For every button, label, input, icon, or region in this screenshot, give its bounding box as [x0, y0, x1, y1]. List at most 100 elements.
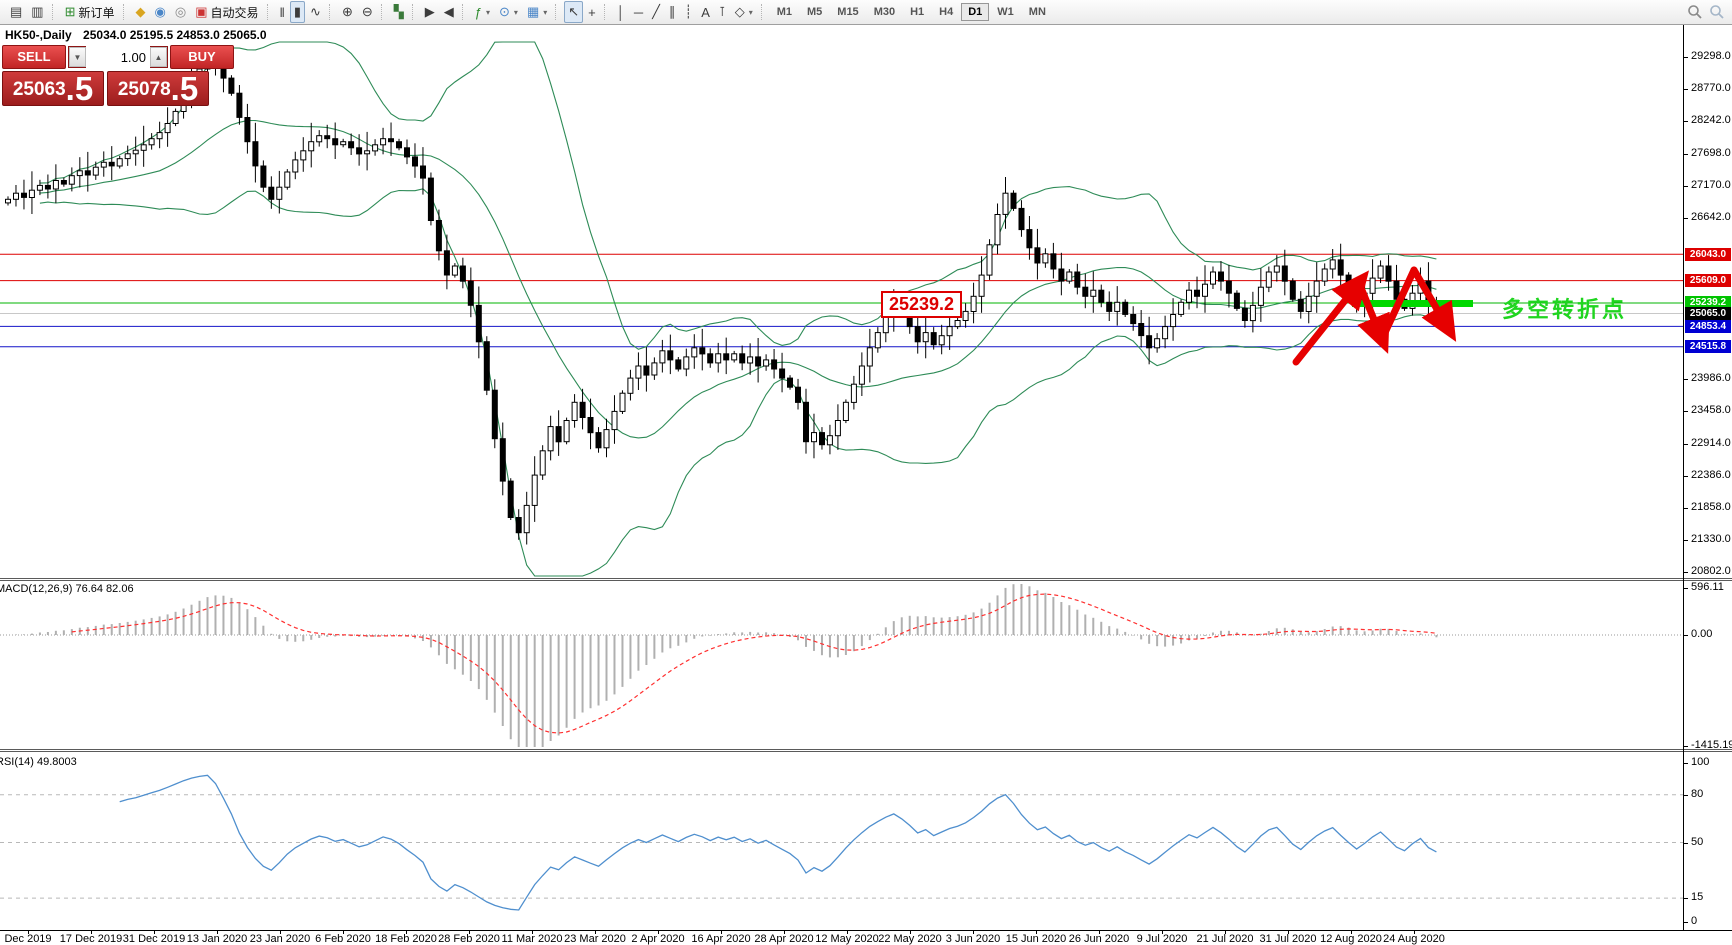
bar-chart-mode-icon: ‖ — [279, 4, 285, 20]
search-icon[interactable] — [1687, 4, 1703, 20]
candlestick-mode-icon: ▮ — [293, 4, 302, 19]
draw-arrows-icon: ◇ — [734, 4, 745, 19]
date-label: 16 Apr 2020 — [691, 933, 751, 945]
toolbar-right — [1687, 4, 1729, 20]
chart-ohlc-values: 25034.0 25195.5 24853.0 25065.0 — [83, 28, 267, 42]
chart-shift-button[interactable]: ▶ — [421, 1, 439, 23]
timeframe-W1[interactable]: W1 — [990, 3, 1021, 21]
date-label: 12 May 2020 — [815, 933, 879, 945]
sell-quote-main: 25063 — [12, 79, 66, 100]
toolbar-group: ⊞ 新订单 — [58, 1, 122, 23]
price-tick — [1683, 89, 1688, 90]
buy-quote-pips: .5 — [170, 70, 199, 107]
volume-up-button[interactable]: ▲ — [150, 47, 167, 67]
draw-hline-button[interactable]: ─ — [630, 1, 647, 23]
macd-pane-separator[interactable] — [0, 578, 1732, 581]
draw-label-button[interactable]: ⊺ — [715, 1, 730, 23]
date-label: 6 Feb 2020 — [315, 933, 371, 945]
date-label: 22 May 2020 — [878, 933, 942, 945]
timeframe-M1[interactable]: M1 — [770, 3, 799, 21]
price-tick — [1683, 572, 1688, 573]
auto-trading-label: 自动交易 — [210, 5, 259, 20]
indicators-button[interactable]: ƒ ▾ — [471, 1, 494, 23]
toolbar-group: ▶ ◀ — [418, 1, 461, 23]
timeframe-H4[interactable]: H4 — [932, 3, 960, 21]
toolbar-separator — [328, 4, 334, 20]
zoom-in-button[interactable]: ⊕ — [338, 1, 357, 23]
toolbar-separator — [603, 4, 609, 20]
timeframe-M15[interactable]: M15 — [830, 3, 865, 21]
search-community-icon[interactable] — [1709, 4, 1725, 20]
line-chart-mode-button[interactable]: ∿ — [306, 1, 325, 23]
date-label: 13 Jan 2020 — [186, 933, 248, 945]
price-tick-label: 27170.0 — [1691, 179, 1731, 191]
toolbar-group: ▤ ▥ — [3, 1, 51, 23]
cursor-button[interactable]: ↖ — [564, 1, 584, 23]
new-chart-button[interactable]: ▤ — [6, 1, 26, 23]
timeframe-group: M1 M5 M15 M30 H1 H4 D1 W1 MN — [767, 3, 1056, 21]
draw-label-icon: ⊺ — [718, 4, 726, 19]
draw-vline-button[interactable]: │ — [613, 1, 629, 23]
new-order-button[interactable]: ⊞ 新订单 — [61, 1, 119, 23]
draw-fibonacci-button[interactable]: ┊ — [680, 1, 696, 23]
draw-channel-button[interactable]: ∥ — [665, 1, 680, 23]
bar-chart-mode-button[interactable]: ‖ — [276, 1, 289, 23]
draw-channel-icon: ∥ — [668, 4, 676, 19]
rsi-tick-label: 80 — [1691, 788, 1704, 800]
date-label: 2 Apr 2020 — [631, 933, 685, 945]
timeframe-H1[interactable]: H1 — [903, 3, 931, 21]
timeframe-MN[interactable]: MN — [1022, 3, 1053, 21]
toolbar: ▤ ▥ ⊞ 新订单 ◆ ◉ ◎ ▣ 自动交易 ‖ ▮ ∿ ⊕ ⊖ ▚ ▶ ◀ ƒ ▾ ⊙ ▾ ▦ ▾ ↖ + │ ─ ╱ ∥ ┊ A ⊺ ◇ ▾ M… — [0, 0, 1732, 25]
timeframe-M30[interactable]: M30 — [867, 3, 902, 21]
date-label: 21 Jul 2020 — [1196, 933, 1254, 945]
indicators-icon: ƒ — [474, 4, 482, 20]
toolbar-separator — [380, 4, 386, 20]
price-tick-label: 23986.0 — [1691, 372, 1731, 384]
zigzag-arrows — [1292, 266, 1457, 366]
timeframe-D1[interactable]: D1 — [961, 3, 990, 21]
chart-canvas[interactable] — [0, 0, 1732, 945]
draw-arrows-button[interactable]: ◇ ▾ — [731, 1, 757, 23]
volume-down-button[interactable]: ▼ — [69, 47, 86, 67]
bollinger-bands-layer — [39, 41, 1437, 577]
price-callout-25239[interactable]: 25239.2 — [881, 291, 962, 318]
tile-windows-button[interactable]: ▚ — [390, 1, 408, 23]
signals-icon: ◎ — [174, 4, 187, 19]
zoom-out-button[interactable]: ⊖ — [358, 1, 377, 23]
crosshair-button[interactable]: + — [584, 1, 600, 23]
rsi-pane-separator[interactable] — [0, 749, 1732, 752]
price-tick — [1683, 186, 1688, 187]
accounts-button[interactable]: ◉ — [151, 1, 170, 23]
draw-hline-icon: ─ — [633, 4, 644, 20]
price-tick-label: 27698.0 — [1691, 147, 1731, 159]
toolbar-separator — [411, 4, 417, 20]
buy-button[interactable]: BUY — [170, 45, 234, 69]
sell-quote[interactable]: 25063.5 — [2, 71, 104, 106]
date-label: 11 Mar 2020 — [501, 933, 563, 945]
periods-button[interactable]: ⊙ ▾ — [495, 1, 522, 23]
signals-button[interactable]: ◎ — [171, 1, 190, 23]
zoom-in-icon: ⊕ — [341, 4, 353, 19]
date-label: 15 Jun 2020 — [1005, 933, 1067, 945]
level-lines-layer — [0, 253, 1683, 348]
templates-button[interactable]: ▦ ▾ — [523, 1, 551, 23]
price-tick-label: 20802.0 — [1691, 565, 1731, 577]
draw-text-button[interactable]: A — [697, 1, 714, 23]
buy-quote[interactable]: 25078.5 — [107, 71, 209, 106]
new-order-icon: ⊞ — [64, 4, 76, 19]
draw-trendline-button[interactable]: ╱ — [648, 1, 664, 23]
chart-title: HK50-,Daily 25034.0 25195.5 24853.0 2506… — [5, 28, 267, 42]
chart-profiles-button[interactable]: ▥ — [27, 1, 47, 23]
rsi-tick — [1683, 898, 1688, 899]
turning-point-text[interactable]: 多空转折点 — [1502, 292, 1627, 324]
mt4-window: ▤ ▥ ⊞ 新订单 ◆ ◉ ◎ ▣ 自动交易 ‖ ▮ ∿ ⊕ ⊖ ▚ ▶ ◀ ƒ ▾ ⊙ ▾ ▦ ▾ ↖ + │ ─ ╱ ∥ ┊ A ⊺ ◇ ▾ M… — [0, 0, 1732, 945]
timeframe-M5[interactable]: M5 — [800, 3, 829, 21]
date-label: 28 Feb 2020 — [438, 933, 500, 945]
sell-button[interactable]: SELL — [2, 45, 66, 69]
volume-input[interactable] — [86, 46, 150, 68]
deposit-button[interactable]: ◆ — [132, 1, 150, 23]
date-label: Dec 2019 — [4, 933, 52, 945]
auto-trading-button[interactable]: ▣ 自动交易 — [191, 1, 262, 23]
auto-scroll-button[interactable]: ◀ — [440, 1, 458, 23]
candlestick-mode-button[interactable]: ▮ — [289, 1, 306, 23]
